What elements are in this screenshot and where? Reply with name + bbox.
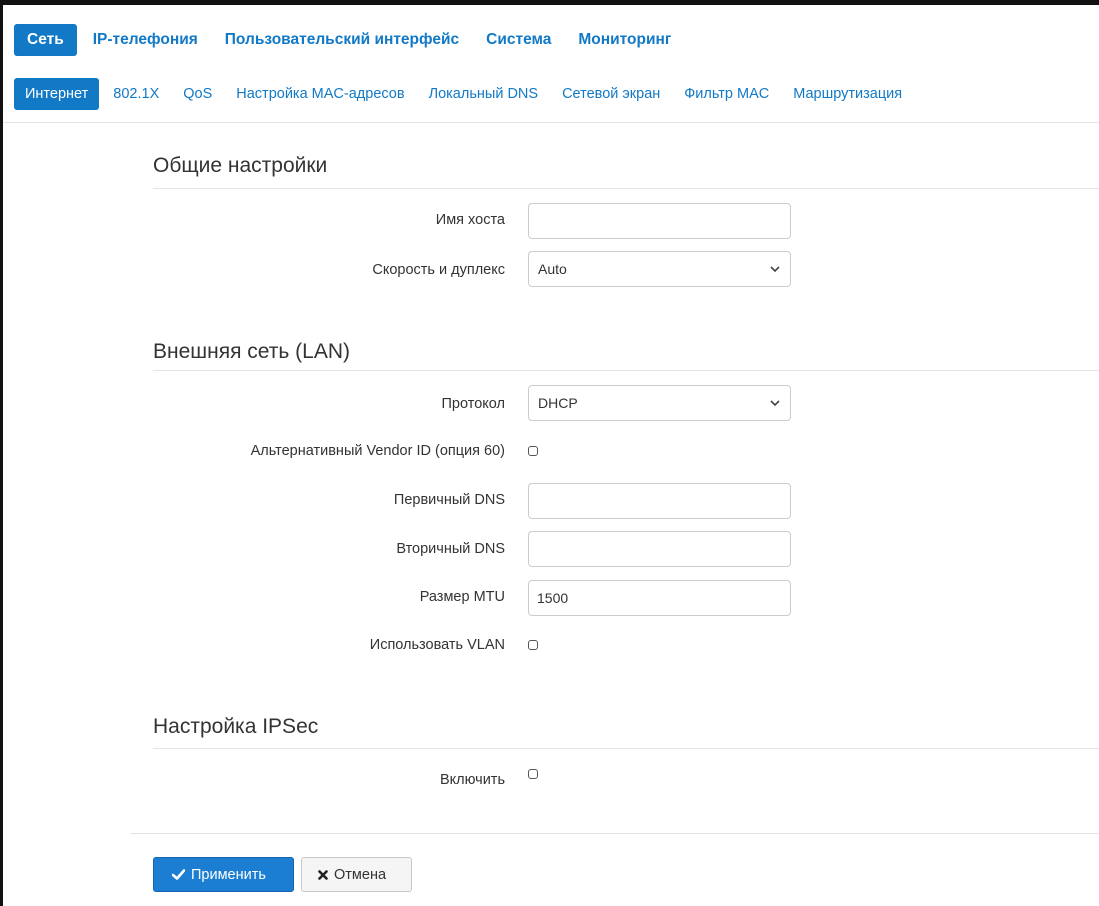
tab-qos[interactable]: QoS: [175, 78, 220, 110]
close-icon: [318, 869, 328, 880]
cancel-button[interactable]: Отмена: [301, 857, 412, 892]
window-frame-left: [0, 0, 3, 906]
section-divider-general: [153, 188, 1099, 189]
speed-duplex-value: Auto: [538, 261, 567, 277]
apply-button-label: Применить: [191, 866, 266, 883]
mtu-label: Размер MTU: [419, 589, 505, 605]
tab-routing[interactable]: Маршрутизация: [785, 78, 910, 110]
secondary-dns-label: Вторичный DNS: [396, 541, 505, 557]
hostname-input[interactable]: [528, 203, 791, 239]
ipsec-enable-checkbox[interactable]: [528, 769, 538, 779]
speed-duplex-select[interactable]: Auto: [528, 251, 791, 287]
vendor-id-label: Альтернативный Vendor ID (опция 60): [250, 443, 505, 459]
hostname-label: Имя хоста: [435, 212, 505, 228]
section-title-ipsec: Настройка IPSec: [153, 715, 319, 738]
window-frame-top: [0, 0, 1099, 5]
vendor-id-checkbox[interactable]: [528, 446, 538, 456]
tab-firewall[interactable]: Сетевой экран: [554, 78, 668, 110]
chevron-down-icon: [770, 266, 780, 273]
tab-mac-filter[interactable]: Фильтр MAC: [676, 78, 777, 110]
section-title-general: Общие настройки: [153, 154, 328, 177]
vlan-label: Использовать VLAN: [369, 637, 505, 653]
section-divider-ipsec: [153, 748, 1099, 749]
speed-duplex-label: Скорость и дуплекс: [372, 262, 505, 278]
footer-divider: [130, 833, 1099, 834]
sub-nav: Интернет 802.1X QoS Настройка MAC-адресо…: [14, 78, 918, 110]
mtu-input[interactable]: [528, 580, 791, 616]
check-icon: [172, 869, 185, 880]
section-title-wan: Внешняя сеть (LAN): [153, 340, 351, 363]
apply-button[interactable]: Применить: [153, 857, 294, 892]
main-nav-system[interactable]: Система: [475, 24, 562, 56]
cancel-button-label: Отмена: [334, 866, 387, 883]
main-nav-ip-telephony[interactable]: IP-телефония: [82, 24, 209, 56]
tab-local-dns[interactable]: Локальный DNS: [421, 78, 547, 110]
primary-dns-input[interactable]: [528, 483, 791, 519]
primary-dns-label: Первичный DNS: [393, 492, 505, 508]
tab-8021x[interactable]: 802.1X: [105, 78, 167, 110]
vlan-checkbox[interactable]: [528, 640, 538, 650]
tab-internet[interactable]: Интернет: [14, 78, 100, 110]
main-nav: Сеть IP-телефония Пользовательский интер…: [14, 24, 687, 56]
protocol-label: Протокол: [441, 396, 506, 412]
main-nav-monitoring[interactable]: Мониторинг: [567, 24, 682, 56]
subnav-divider: [3, 122, 1099, 123]
ipsec-enable-label: Включить: [439, 772, 505, 788]
main-nav-network[interactable]: Сеть: [14, 24, 77, 56]
tab-mac-settings[interactable]: Настройка MAC-адресов: [228, 78, 412, 110]
secondary-dns-input[interactable]: [528, 531, 791, 567]
protocol-value: DHCP: [538, 395, 578, 411]
main-nav-user-interface[interactable]: Пользовательский интерфейс: [214, 24, 470, 56]
section-divider-wan: [153, 370, 1099, 371]
chevron-down-icon: [770, 400, 780, 407]
protocol-select[interactable]: DHCP: [528, 385, 791, 421]
